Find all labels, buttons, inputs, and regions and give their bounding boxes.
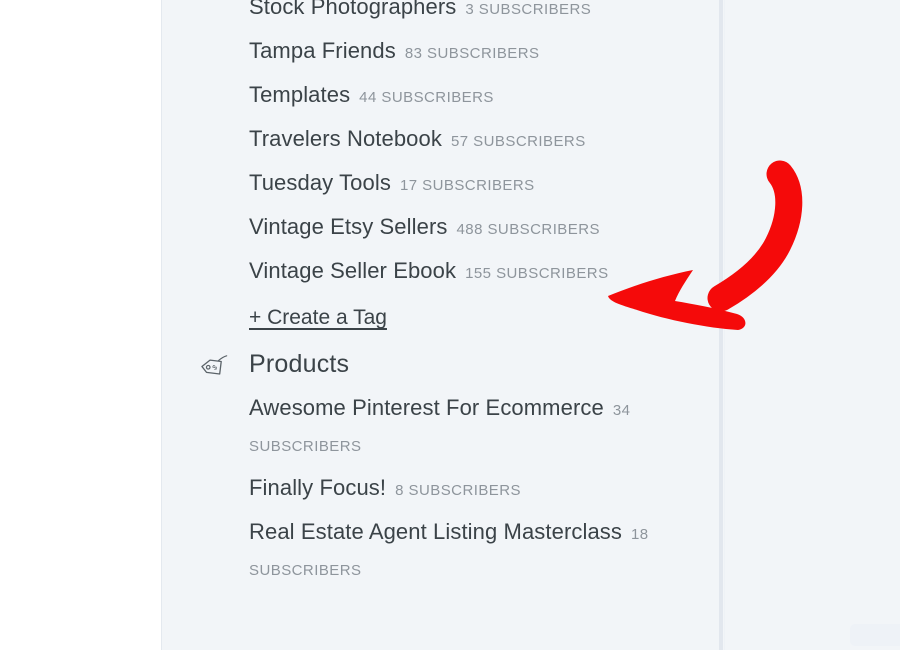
tag-subscribers: 57 SUBSCRIBERS [450, 133, 586, 150]
tag-subscribers: 488 SUBSCRIBERS [456, 221, 600, 238]
content-panel: Stock Photographers 3 SUBSCRIBERS Tampa F… [161, 0, 900, 650]
tag-name: Tuesday Tools [249, 170, 391, 195]
product-name: Finally Focus! [249, 475, 387, 500]
column-divider-hairline [724, 0, 725, 650]
list-item[interactable]: Tampa Friends 83 SUBSCRIBERS [249, 30, 679, 74]
list-item[interactable]: Vintage Etsy Sellers 488 SUBSCRIBERS [249, 206, 679, 250]
tag-list: Stock Photographers 3 SUBSCRIBERS Tampa F… [249, 0, 679, 342]
tag-name: Stock Photographers [249, 0, 457, 19]
list-item[interactable]: Tuesday Tools 17 SUBSCRIBERS [249, 162, 679, 206]
list-item[interactable]: Real Estate Agent Listing Masterclass 18 … [249, 511, 669, 591]
products-title: Products [249, 350, 350, 378]
tag-subscribers: 155 SUBSCRIBERS [465, 265, 609, 282]
products-header: $ Products [201, 341, 689, 387]
list-item[interactable]: Finally Focus! 8 SUBSCRIBERS [249, 467, 669, 511]
products-section: $ Products Awesome Pinterest For Ecommer… [201, 341, 689, 591]
product-name: Real Estate Agent Listing Masterclass [249, 519, 622, 544]
tag-name: Templates [249, 82, 351, 107]
column-divider [719, 0, 723, 650]
list-item[interactable]: Templates 44 SUBSCRIBERS [249, 74, 679, 118]
bottom-right-chip[interactable] [850, 624, 900, 646]
tag-subscribers: 83 SUBSCRIBERS [404, 45, 540, 62]
list-item[interactable]: Awesome Pinterest For Ecommerce 34 SUBSCR… [249, 387, 669, 467]
list-item[interactable]: Vintage Seller Ebook 155 SUBSCRIBERS [249, 250, 679, 294]
tag-subscribers: 44 SUBSCRIBERS [359, 89, 494, 106]
tag-name: Travelers Notebook [249, 126, 442, 151]
create-tag-row[interactable]: + Create a Tag [249, 294, 679, 342]
tag-name: Tampa Friends [249, 38, 396, 63]
tag-subscribers: 3 SUBSCRIBERS [465, 1, 592, 18]
tag-subscribers: 17 SUBSCRIBERS [399, 177, 535, 194]
tag-name: Vintage Seller Ebook [249, 258, 457, 283]
tag-name: Vintage Etsy Sellers [249, 214, 448, 239]
product-subscribers: 8 SUBSCRIBERS [395, 482, 521, 499]
list-column: Stock Photographers 3 SUBSCRIBERS Tampa F… [162, 0, 803, 650]
svg-text:$: $ [212, 364, 219, 372]
left-gutter [0, 0, 161, 650]
create-tag-link[interactable]: + Create a Tag [249, 306, 387, 329]
list-item[interactable]: Stock Photographers 3 SUBSCRIBERS [249, 0, 679, 30]
product-name: Awesome Pinterest For Ecommerce [249, 395, 604, 420]
price-tag-icon: $ [199, 350, 229, 380]
app-window: Stock Photographers 3 SUBSCRIBERS Tampa F… [0, 0, 900, 650]
list-item[interactable]: Travelers Notebook 57 SUBSCRIBERS [249, 118, 679, 162]
